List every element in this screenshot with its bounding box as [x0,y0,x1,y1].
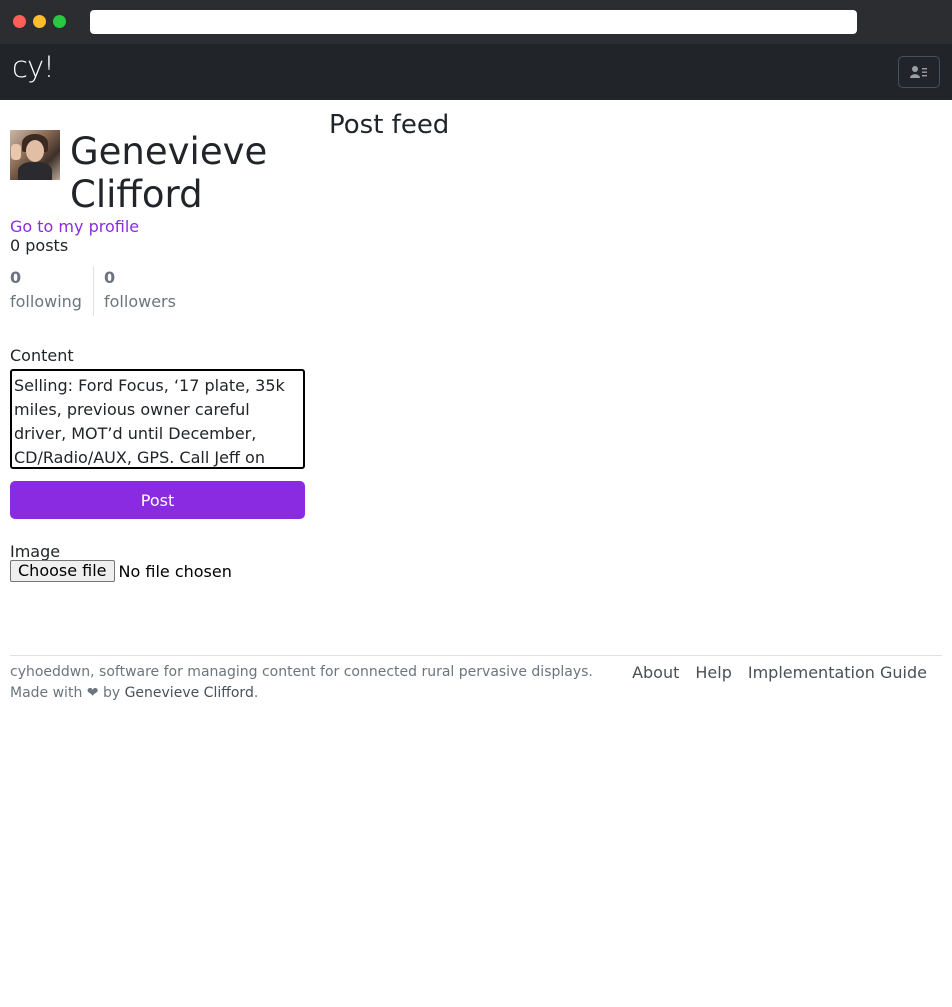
image-label: Image [10,542,61,561]
post-feed-title: Post feed [329,110,450,140]
account-menu-button[interactable] [898,56,940,88]
go-to-profile-link[interactable]: Go to my profile [10,217,139,236]
following-stat[interactable]: 0 following [10,266,82,314]
file-status: No file chosen [118,561,232,581]
brand-logo[interactable]: cy! [12,50,55,84]
address-bar[interactable] [90,10,857,34]
content-label: Content [10,346,74,365]
footer-author-link[interactable]: Genevieve Clifford [125,685,254,701]
maximize-window-button[interactable] [53,15,66,28]
footer: cyhoeddwn, software for managing content… [10,655,942,701]
footer-period: . [253,685,259,701]
close-window-button[interactable] [13,15,26,28]
user-list-icon [910,66,927,78]
about-link[interactable]: About [632,663,679,682]
content-textarea[interactable]: Selling: Ford Focus, ‘17 plate, 35k mile… [10,369,305,469]
followers-count: 0 [104,268,116,287]
following-count: 0 [10,268,22,287]
made-with-text: Made with [10,685,83,701]
implementation-guide-link[interactable]: Implementation Guide [748,663,927,682]
help-link[interactable]: Help [695,663,731,682]
top-navbar: cy! [0,44,952,100]
footer-description: cyhoeddwn, software for managing content… [10,664,593,680]
post-count: 0 posts [10,236,69,255]
post-button[interactable]: Post [10,481,305,519]
footer-links: About Help Implementation Guide [632,663,927,682]
heart-icon: ❤ [86,685,99,701]
followers-label: followers [104,292,176,311]
avatar [10,130,60,180]
minimize-window-button[interactable] [33,15,46,28]
image-file-input: Choose file No file chosen [10,560,232,582]
footer-text: cyhoeddwn, software for managing content… [10,662,630,704]
followers-stat[interactable]: 0 followers [93,266,176,316]
browser-chrome [0,0,952,44]
by-text: by [102,685,121,701]
profile-name: Genevieve Clifford [70,130,268,216]
choose-file-button[interactable]: Choose file [10,560,115,582]
following-label: following [10,292,82,311]
